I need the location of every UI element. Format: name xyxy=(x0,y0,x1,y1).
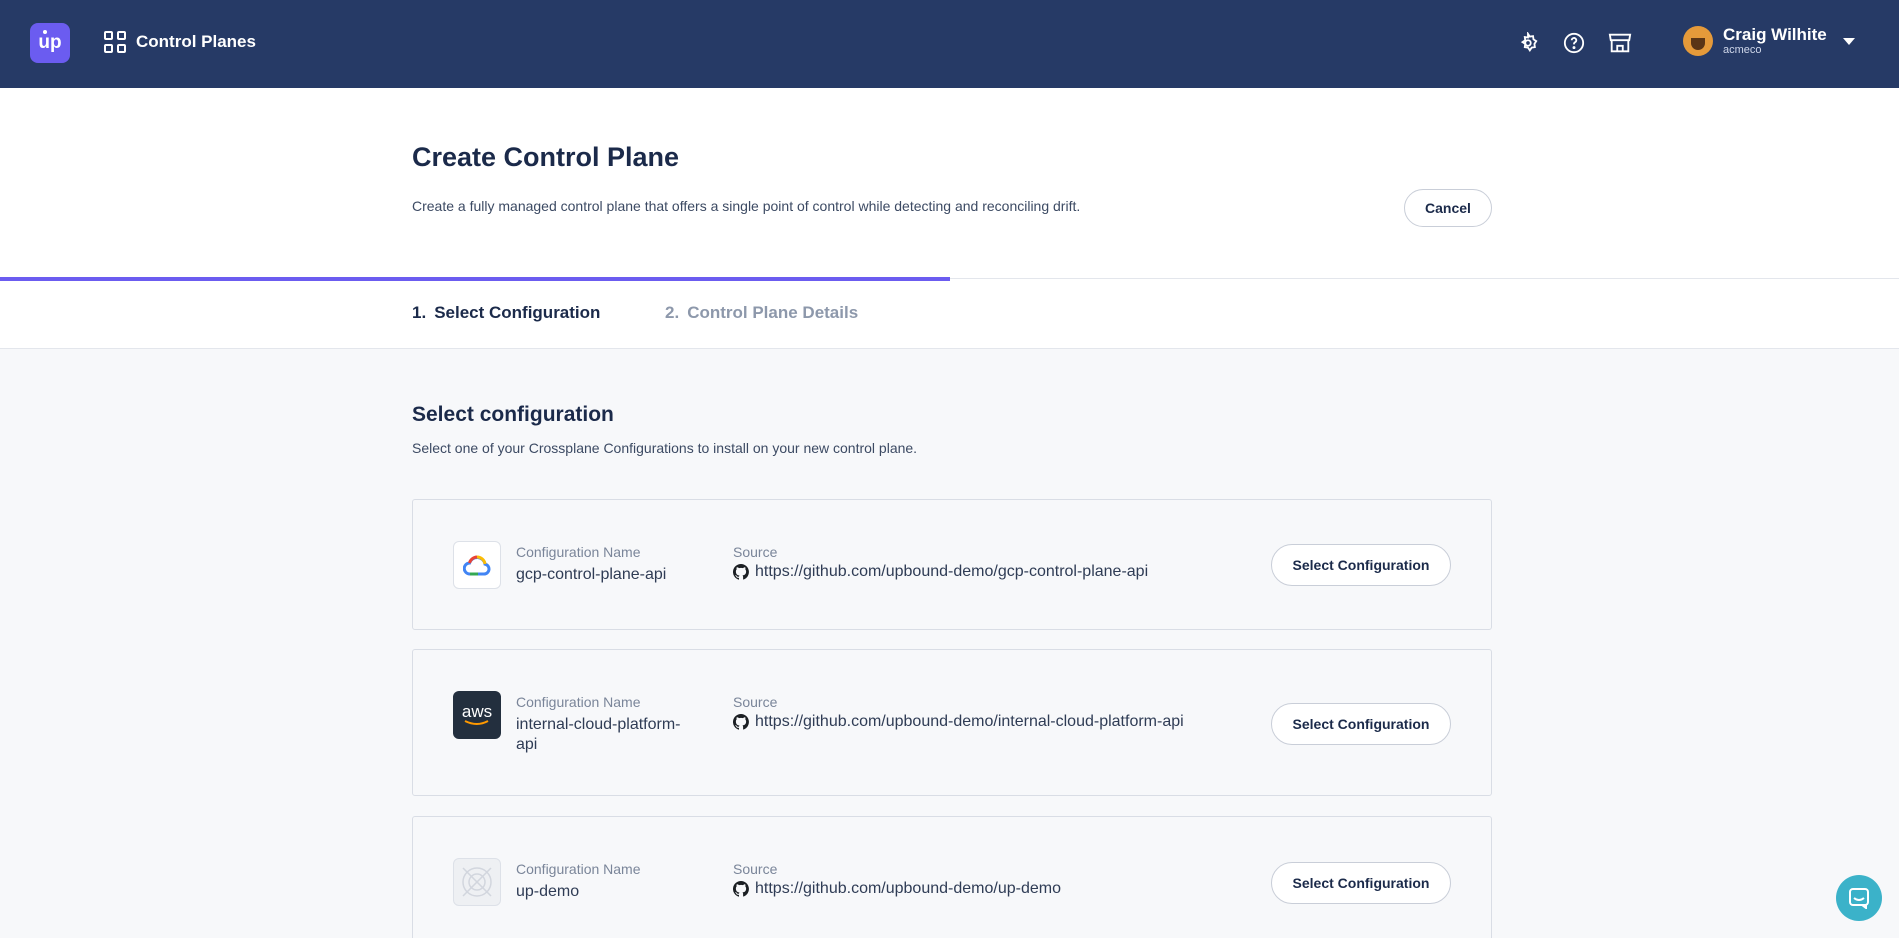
name-label: Configuration Name xyxy=(516,694,641,710)
configuration-card: Configuration Name gcp-control-plane-api… xyxy=(412,499,1492,630)
source-label: Source xyxy=(733,861,778,877)
name-label: Configuration Name xyxy=(516,861,641,877)
section-description: Select one of your Crossplane Configurat… xyxy=(412,440,918,456)
github-icon xyxy=(733,564,749,580)
user-menu[interactable]: Craig Wilhite acmeco xyxy=(1683,26,1855,56)
configuration-card: aws Configuration Name internal-cloud-pl… xyxy=(412,649,1492,796)
user-org: acmeco xyxy=(1723,44,1762,56)
help-icon[interactable] xyxy=(1562,31,1586,55)
source-url: https://github.com/upbound-demo/up-demo xyxy=(755,880,1061,897)
user-name: Craig Wilhite xyxy=(1723,25,1827,44)
chat-widget-button[interactable] xyxy=(1836,875,1882,921)
progress-bar xyxy=(0,277,950,281)
step-label: Control Plane Details xyxy=(687,303,859,322)
upbound-logo[interactable]: up xyxy=(30,23,70,63)
configuration-name: up-demo xyxy=(516,883,580,900)
source-link[interactable]: https://github.com/upbound-demo/up-demo xyxy=(733,880,1061,898)
aws-icon-text: aws xyxy=(461,702,493,721)
source-label: Source xyxy=(733,544,778,560)
gcp-icon xyxy=(453,541,501,589)
github-icon xyxy=(733,714,749,730)
marketplace-icon[interactable] xyxy=(1608,31,1632,55)
chat-icon xyxy=(1849,888,1869,909)
chevron-down-icon[interactable] xyxy=(1842,37,1855,45)
step-select-configuration[interactable]: 1. Select Configuration xyxy=(412,303,600,323)
select-configuration-button[interactable]: Select Configuration xyxy=(1271,862,1451,904)
stepper: 1. Select Configuration 2. Control Plane D… xyxy=(0,277,1899,349)
configuration-name: gcp-control-plane-api xyxy=(516,566,667,583)
configuration-card: Configuration Name up-demo Source https:… xyxy=(412,816,1492,938)
grid-icon xyxy=(104,31,126,53)
section-title: Select configuration xyxy=(412,403,614,426)
settings-icon[interactable] xyxy=(1516,31,1540,55)
avatar xyxy=(1683,26,1713,56)
step-control-plane-details[interactable]: 2. Control Plane Details xyxy=(665,303,858,323)
nav-title: Control Planes xyxy=(136,32,256,51)
nav-control-planes[interactable]: Control Planes xyxy=(104,31,256,53)
placeholder-icon xyxy=(453,858,501,906)
source-label: Source xyxy=(733,694,778,710)
source-link[interactable]: https://github.com/upbound-demo/gcp-cont… xyxy=(733,563,1148,581)
step-label: Select Configuration xyxy=(434,303,601,322)
configuration-name: internal-cloud-platform-api xyxy=(516,716,681,753)
step-number: 2. xyxy=(665,303,680,322)
page-header: Create Control Plane Create a fully mana… xyxy=(0,88,1899,278)
logo-text: up xyxy=(38,32,62,53)
source-url: https://github.com/upbound-demo/gcp-cont… xyxy=(755,563,1149,580)
select-configuration-button[interactable]: Select Configuration xyxy=(1271,703,1451,745)
page-title: Create Control Plane xyxy=(412,142,680,172)
name-label: Configuration Name xyxy=(516,544,641,560)
github-icon xyxy=(733,881,749,897)
cancel-button[interactable]: Cancel xyxy=(1404,189,1492,227)
step-number: 1. xyxy=(412,303,427,322)
source-link[interactable]: https://github.com/upbound-demo/internal… xyxy=(733,713,1184,731)
source-url: https://github.com/upbound-demo/internal… xyxy=(755,713,1184,730)
top-nav: up Control Planes Craig Wilhite acmeco xyxy=(0,0,1899,88)
select-configuration-button[interactable]: Select Configuration xyxy=(1271,544,1451,586)
aws-icon: aws xyxy=(453,691,501,739)
page-description: Create a fully managed control plane tha… xyxy=(412,198,1081,214)
